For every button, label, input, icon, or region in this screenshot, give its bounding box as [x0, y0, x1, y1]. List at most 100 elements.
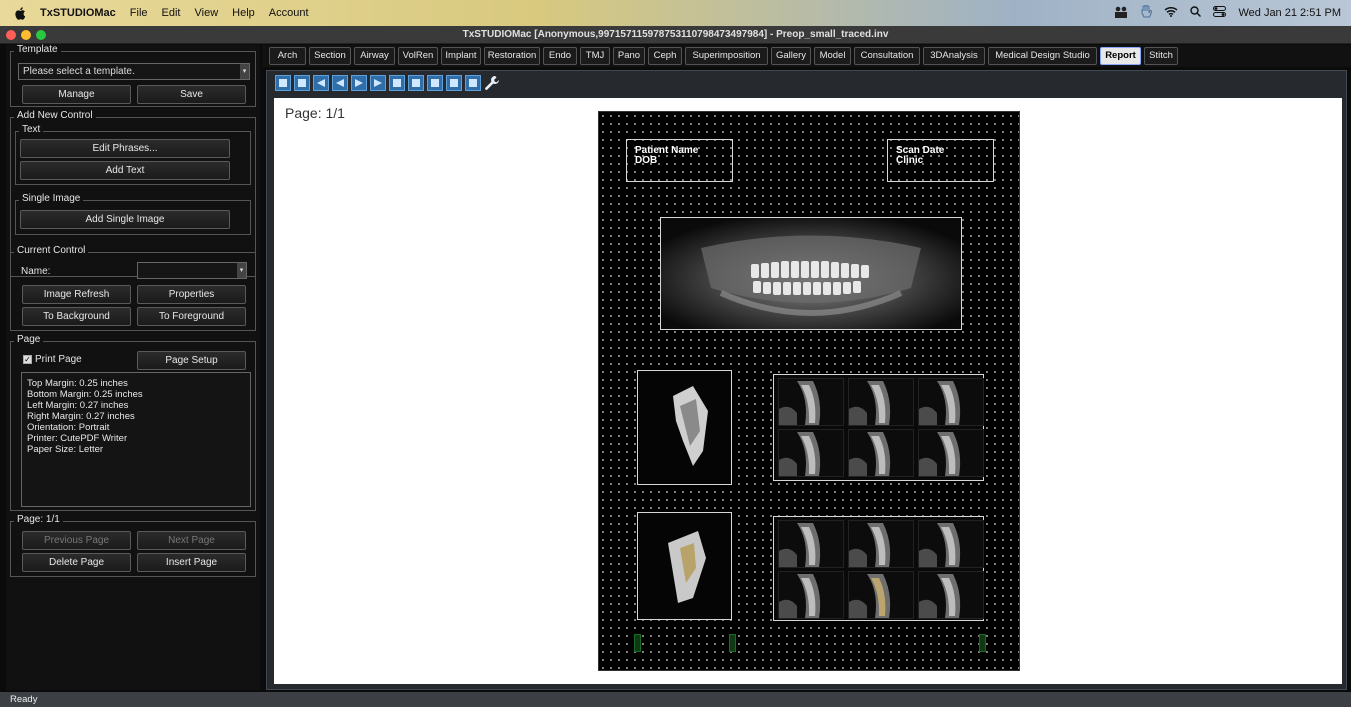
tab-gallery[interactable]: Gallery	[771, 47, 811, 65]
edit-phrases-button[interactable]: Edit Phrases...	[20, 139, 230, 158]
edit-menu[interactable]: Edit	[162, 7, 181, 19]
tab-consultation[interactable]: Consultation	[854, 47, 920, 65]
to-foreground-button[interactable]: To Foreground	[137, 307, 246, 326]
current-control-legend: Current Control	[14, 245, 89, 256]
manage-button[interactable]: Manage	[22, 85, 131, 104]
top-margin-text: Top Margin: 0.25 inches	[27, 378, 128, 389]
patient-info-box[interactable]: Patient Name DOB	[626, 139, 733, 182]
file-menu[interactable]: File	[130, 7, 148, 19]
save-report-icon[interactable]	[465, 75, 481, 91]
remove-image-icon[interactable]	[427, 75, 443, 91]
minimize-window-icon[interactable]	[21, 30, 31, 40]
tab-airway[interactable]: Airway	[354, 47, 395, 65]
page-indicator: Page: 1/1	[285, 105, 345, 121]
close-window-icon[interactable]	[6, 30, 16, 40]
report-page[interactable]: Patient Name DOB Scan Date Clinic	[598, 111, 1020, 671]
last-page-icon[interactable]	[370, 75, 386, 91]
wifi-icon[interactable]	[1164, 6, 1178, 20]
users-icon[interactable]	[1114, 6, 1128, 21]
image-refresh-button[interactable]: Image Refresh	[22, 285, 131, 304]
app-menu[interactable]: TxSTUDIOMac	[40, 7, 116, 19]
previous-page-button[interactable]: Previous Page	[22, 531, 131, 550]
report-content-area: Page: 1/1 Patient Name DOB Scan Date Cli…	[266, 70, 1347, 690]
ct-slice-cell	[848, 429, 914, 477]
to-background-button[interactable]: To Background	[22, 307, 131, 326]
page-handle-bottom-middle[interactable]	[729, 634, 736, 652]
hand-icon[interactable]	[1140, 4, 1153, 21]
left-control-panel: Template Please select a template. ▾ Man…	[6, 44, 260, 690]
save-button[interactable]: Save	[137, 85, 246, 104]
control-center-icon[interactable]	[1213, 6, 1227, 20]
export-icon[interactable]	[446, 75, 462, 91]
add-single-image-button[interactable]: Add Single Image	[20, 210, 230, 229]
next-page-button[interactable]: Next Page	[137, 531, 246, 550]
ct-slice-cell	[778, 520, 844, 568]
add-text-button[interactable]: Add Text	[20, 161, 230, 180]
page-setup-button[interactable]: Page Setup	[137, 351, 246, 370]
zoom-window-icon[interactable]	[36, 30, 46, 40]
tab-model[interactable]: Model	[814, 47, 851, 65]
next-page-icon[interactable]	[351, 75, 367, 91]
tab-superimposition[interactable]: Superimposition	[685, 47, 768, 65]
template-select[interactable]: Please select a template. ▾	[18, 63, 250, 80]
ct-slice-cell	[918, 571, 984, 619]
view-menu[interactable]: View	[195, 7, 219, 19]
page-nav-group: Page: 1/1 Previous Page Next Page Delete…	[10, 514, 256, 577]
tab-implant[interactable]: Implant	[441, 47, 481, 65]
search-icon[interactable]	[1190, 6, 1202, 20]
scan-info-box[interactable]: Scan Date Clinic	[887, 139, 994, 182]
printer-text: Printer: CutePDF Writer	[27, 433, 128, 444]
tab-report[interactable]: Report	[1100, 47, 1141, 65]
page-handle-bottom-right[interactable]	[979, 634, 986, 652]
settings-wrench-icon[interactable]	[484, 75, 500, 91]
properties-button[interactable]: Properties	[137, 285, 246, 304]
first-page-icon[interactable]	[313, 75, 329, 91]
clinic-label: Clinic	[896, 155, 924, 166]
account-menu[interactable]: Account	[269, 7, 309, 19]
tab-ceph[interactable]: Ceph	[648, 47, 682, 65]
3d-bone-render-image-2[interactable]	[637, 512, 732, 620]
page-nav-legend: Page: 1/1	[14, 514, 63, 525]
tab-pano[interactable]: Pano	[613, 47, 645, 65]
ct-slice-cell	[918, 429, 984, 477]
dropdown-arrow-icon: ▾	[240, 64, 249, 79]
panoramic-xray-image[interactable]	[660, 217, 962, 330]
add-image-icon[interactable]	[389, 75, 405, 91]
window-title: TxSTUDIOMac [Anonymous,99715711597875311…	[462, 29, 889, 40]
report-canvas[interactable]: Page: 1/1 Patient Name DOB Scan Date Cli…	[274, 98, 1342, 684]
help-menu[interactable]: Help	[232, 7, 255, 19]
print-page-label: Print Page	[35, 354, 82, 365]
3d-bone-render-image-1[interactable]	[637, 370, 732, 485]
status-text: Ready	[10, 694, 38, 705]
tab-restoration[interactable]: Restoration	[484, 47, 540, 65]
previous-page-icon[interactable]	[332, 75, 348, 91]
tab-volren[interactable]: VolRen	[398, 47, 438, 65]
name-select[interactable]: ▾	[137, 262, 247, 279]
page-info-box: Top Margin: 0.25 inches Bottom Margin: 0…	[21, 372, 251, 507]
current-control-group: Current Control Name: ▾ Image Refresh Pr…	[10, 245, 256, 331]
page-group: Page ✓ Print Page Page Setup Top Margin:…	[10, 334, 256, 511]
tab-endo[interactable]: Endo	[543, 47, 577, 65]
tab-arch[interactable]: Arch	[269, 47, 306, 65]
cross-section-slices-2[interactable]	[773, 516, 984, 621]
cross-section-slices-1[interactable]	[773, 374, 984, 481]
insert-page-button[interactable]: Insert Page	[137, 553, 246, 572]
tab-medical-design-studio[interactable]: Medical Design Studio	[988, 47, 1097, 65]
page-handle-bottom-left[interactable]	[634, 634, 641, 652]
print-page-checkbox[interactable]: ✓ Print Page	[23, 354, 82, 365]
paper-size-text: Paper Size: Letter	[27, 444, 104, 455]
apple-icon[interactable]	[12, 5, 28, 21]
tab-stitch[interactable]: Stitch	[1144, 47, 1178, 65]
ct-slice-cell	[778, 378, 844, 426]
delete-page-button[interactable]: Delete Page	[22, 553, 131, 572]
insert-page-icon[interactable]	[294, 75, 310, 91]
add-image-alt-icon[interactable]	[408, 75, 424, 91]
tab-section[interactable]: Section	[309, 47, 351, 65]
tab-3danalysis[interactable]: 3DAnalysis	[923, 47, 985, 65]
ct-slice-cell	[848, 378, 914, 426]
clock[interactable]: Wed Jan 21 2:51 PM	[1238, 7, 1341, 19]
ct-slice-cell	[848, 571, 914, 619]
add-page-icon[interactable]	[275, 75, 291, 91]
page-legend: Page	[14, 334, 44, 345]
tab-tmj[interactable]: TMJ	[580, 47, 610, 65]
